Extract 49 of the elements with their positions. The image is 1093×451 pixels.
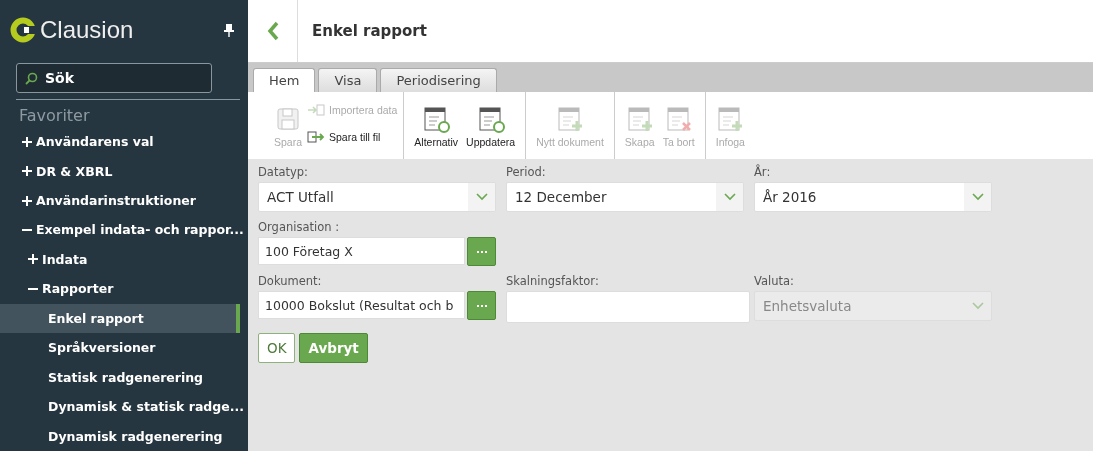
field-label: Dokument:: [258, 274, 323, 288]
search-field[interactable]: Sök: [16, 62, 212, 93]
dropdown[interactable]: ACT Utfall: [258, 182, 496, 212]
plus-icon[interactable]: [22, 136, 32, 147]
chevron-down-icon: [971, 302, 984, 310]
ellipsis-icon: [476, 304, 487, 307]
tree-item[interactable]: Enkel rapport: [0, 303, 240, 334]
field-label: Datatyp:: [258, 165, 309, 179]
tree-item[interactable]: Rapporter: [0, 274, 240, 304]
tree-item[interactable]: Användarens val: [0, 126, 240, 157]
plus-icon[interactable]: [22, 195, 32, 206]
page-title: Enkel rapport: [311, 22, 427, 40]
field-label: Skalningsfaktor:: [506, 274, 600, 288]
tab[interactable]: Visa: [318, 68, 378, 92]
tree-item[interactable]: Användarinstruktioner: [0, 185, 240, 216]
field-label: Period:: [506, 165, 547, 179]
dropdown[interactable]: År 2016: [754, 182, 992, 212]
field-label: Organisation :: [258, 220, 340, 234]
tree-item[interactable]: Språkversioner: [0, 333, 240, 363]
chevron-left-icon: [266, 21, 279, 41]
action-button[interactable]: OK: [258, 333, 296, 363]
input-field[interactable]: [506, 291, 750, 323]
tab[interactable]: Periodisering: [380, 68, 497, 92]
chevron-down-icon: [723, 193, 736, 201]
chevron-down-icon: [971, 193, 984, 201]
chevron-down-icon: [475, 193, 488, 201]
add-document-icon: [556, 105, 584, 133]
tree-item[interactable]: Dynamisk radgenerering: [0, 421, 240, 451]
field-label: Valuta:: [754, 274, 795, 288]
input-field[interactable]: 10000 Bokslut (Resultat och b: [258, 291, 466, 319]
input-field[interactable]: 100 Företag X: [258, 237, 466, 265]
ellipsis-icon: [476, 250, 487, 253]
ribbon-button[interactable]: Alternativ: [410, 92, 463, 159]
tree-item[interactable]: DR & XBRL: [0, 156, 240, 186]
dropdown[interactable]: 12 December: [506, 182, 744, 212]
app-logo: Clausion: [10, 16, 134, 45]
delete-table-icon: [664, 105, 693, 133]
ribbon-button[interactable]: Uppdatera: [462, 92, 520, 159]
tab[interactable]: Hem: [253, 68, 316, 92]
add-document-icon: [716, 105, 745, 133]
plus-icon[interactable]: [22, 166, 32, 177]
tree-item[interactable]: Indata: [0, 244, 240, 275]
pin-icon[interactable]: [224, 23, 234, 38]
tree-item[interactable]: Statisk radgenerering: [0, 362, 240, 393]
field-label: År:: [754, 165, 772, 179]
add-document-icon: [625, 105, 654, 133]
plus-icon[interactable]: [28, 254, 38, 265]
section-heading: Favoriter: [18, 104, 91, 127]
ribbon-button[interactable]: Spara till fil: [306, 128, 398, 147]
